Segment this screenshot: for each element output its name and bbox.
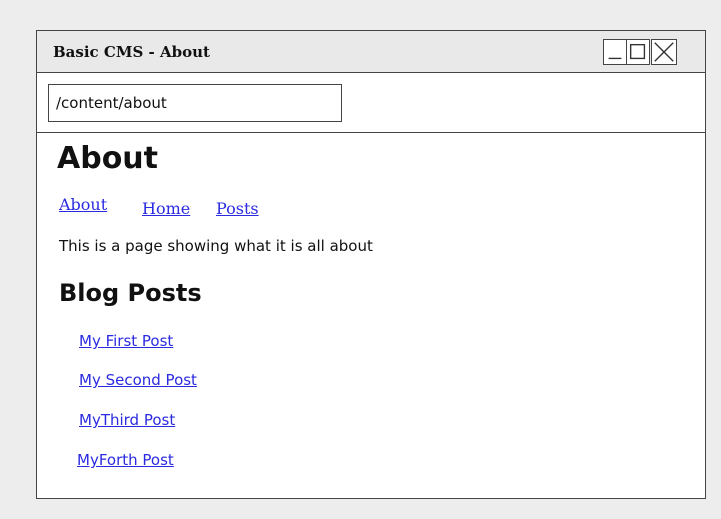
minimize-icon (608, 57, 622, 60)
close-icon (654, 42, 674, 62)
address-bar (37, 73, 705, 133)
window-title: Basic CMS - About (53, 43, 210, 61)
post-link-first[interactable]: My First Post (79, 332, 173, 350)
nav-link-about[interactable]: About (59, 195, 107, 214)
nav-link-home[interactable]: Home (142, 199, 190, 218)
close-button[interactable] (651, 39, 677, 65)
page-description: This is a page showing what it is all ab… (59, 237, 373, 255)
maximize-icon (629, 43, 646, 60)
title-bar: Basic CMS - About (37, 31, 705, 73)
blog-posts-heading: Blog Posts (59, 279, 202, 307)
post-link-second[interactable]: My Second Post (79, 371, 197, 389)
page-title: About (57, 141, 159, 176)
page-content: About About Home Posts This is a page sh… (37, 133, 705, 498)
post-link-fourth[interactable]: MyForth Post (77, 451, 174, 469)
app-window: Basic CMS - About About About Home Posts… (36, 30, 706, 499)
address-input[interactable] (48, 84, 342, 122)
maximize-button[interactable] (626, 39, 650, 65)
nav-link-posts[interactable]: Posts (216, 199, 259, 218)
minimize-button[interactable] (603, 39, 627, 65)
post-link-third[interactable]: MyThird Post (79, 411, 175, 429)
